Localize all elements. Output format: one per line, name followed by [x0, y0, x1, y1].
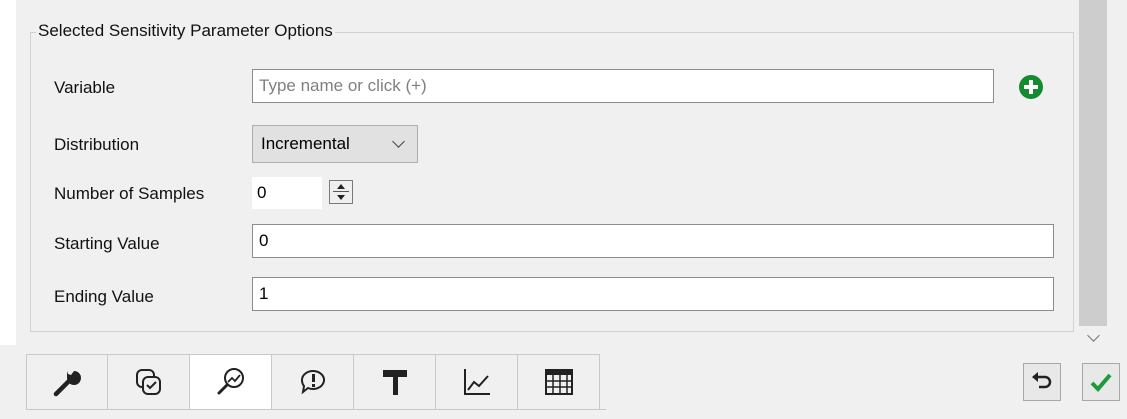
variable-input[interactable] [252, 69, 994, 103]
samples-spinner[interactable] [329, 180, 353, 204]
distribution-value: Incremental [261, 134, 350, 153]
paint-roller-icon [382, 370, 407, 395]
samples-label: Number of Samples [54, 184, 205, 203]
spin-down-icon[interactable] [337, 195, 345, 200]
end-label: Ending Value [54, 287, 154, 306]
tab-wrench[interactable] [26, 354, 108, 410]
undo-button[interactable] [1023, 363, 1061, 401]
tab-checklist[interactable] [108, 354, 190, 410]
tab-bar [26, 354, 600, 410]
alert-bubble-icon [300, 370, 325, 395]
undo-icon [1032, 372, 1052, 389]
distribution-select[interactable]: Incremental [252, 125, 418, 163]
samples-input[interactable] [252, 177, 322, 209]
group-title: Selected Sensitivity Parameter Options [36, 21, 335, 41]
line-chart-icon [463, 369, 490, 395]
scroll-thumb[interactable] [1079, 0, 1107, 326]
table-icon [544, 369, 573, 395]
tab-bar-divider [26, 409, 606, 410]
tab-chart[interactable] [436, 354, 518, 410]
spin-up-icon[interactable] [337, 184, 345, 189]
start-value-input[interactable] [252, 224, 1054, 258]
vertical-scrollbar[interactable] [1078, 0, 1108, 352]
checklist-icon [135, 369, 161, 395]
chevron-down-icon [392, 135, 405, 148]
start-label: Starting Value [54, 234, 160, 253]
tab-table[interactable] [518, 354, 600, 410]
distribution-label: Distribution [54, 135, 140, 154]
panel-edge [0, 0, 16, 345]
add-variable-icon[interactable] [1019, 75, 1043, 99]
spinner-divider [333, 191, 349, 192]
end-value-input[interactable] [252, 277, 1054, 311]
tab-format[interactable] [354, 354, 436, 410]
magnifier-chart-icon [217, 368, 244, 395]
apply-button[interactable] [1082, 363, 1120, 401]
tab-sensitivity[interactable] [190, 354, 272, 410]
wrench-icon [53, 371, 81, 397]
checkmark-icon [1090, 373, 1112, 392]
variable-label: Variable [54, 78, 116, 97]
tab-alerts[interactable] [272, 354, 354, 410]
